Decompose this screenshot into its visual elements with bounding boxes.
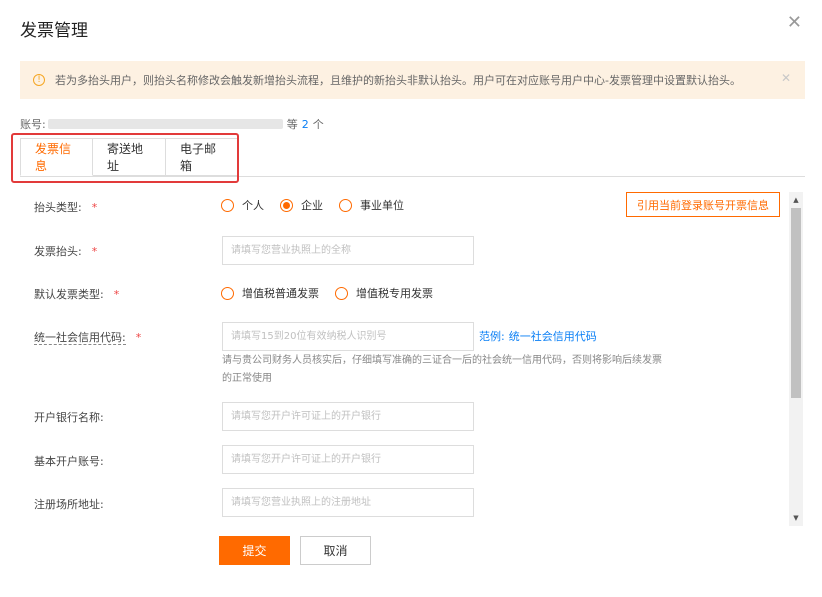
submit-button[interactable]: 提交: [219, 536, 290, 565]
default-invoice-type-label: 默认发票类型: *: [34, 288, 120, 301]
tab-invoice-info[interactable]: 发票信息: [20, 138, 93, 176]
use-current-account-info-button[interactable]: 引用当前登录账号开票信息: [626, 192, 780, 217]
radio-special-vat[interactable]: 增值税专用发票: [335, 285, 433, 301]
account-label: 账号:: [20, 118, 46, 131]
warning-text: 若为多抬头用户，则抬头名称修改会触发新增抬头流程，且维护的新抬头非默认抬头。用户…: [55, 74, 741, 87]
scroll-up-arrow-icon[interactable]: ▲: [789, 194, 803, 206]
close-icon[interactable]: ✕: [787, 12, 802, 33]
banner-close-icon[interactable]: ✕: [781, 71, 791, 85]
invoice-header-label: 发票抬头: *: [34, 245, 98, 258]
credit-code-label: 统一社会信用代码: *: [34, 331, 142, 345]
tab-shipping-address[interactable]: 寄送地址: [93, 138, 166, 176]
credit-code-example-link[interactable]: 统一社会信用代码: [509, 330, 597, 343]
bank-account-input[interactable]: [222, 445, 474, 474]
reg-address-input[interactable]: [222, 488, 474, 517]
account-suffix-prefix: 等: [286, 118, 298, 131]
credit-code-input[interactable]: [222, 322, 474, 351]
credit-code-example: 范例: 统一社会信用代码: [479, 330, 597, 343]
dialog-title: 发票管理: [20, 21, 88, 41]
scroll-thumb[interactable]: [791, 208, 801, 398]
radio-enterprise[interactable]: 企业: [280, 197, 323, 213]
tab-divider: [20, 176, 805, 177]
cancel-button[interactable]: 取消: [300, 536, 371, 565]
header-type-radios: 个人 企业 事业单位: [221, 197, 420, 213]
info-icon: !: [33, 74, 45, 86]
bank-name-label: 开户银行名称:: [34, 411, 104, 424]
radio-institution[interactable]: 事业单位: [339, 197, 404, 213]
bank-account-label: 基本开户账号:: [34, 455, 104, 468]
warning-banner: ! 若为多抬头用户，则抬头名称修改会触发新增抬头流程，且维护的新抬头非默认抬头。…: [20, 61, 805, 99]
tab-bar: 发票信息 寄送地址 电子邮箱: [20, 138, 239, 176]
account-masked-value: [47, 119, 283, 129]
tab-email[interactable]: 电子邮箱: [166, 138, 239, 176]
account-line: 账号: 等 2 个: [20, 116, 324, 132]
account-count[interactable]: 2: [302, 118, 309, 131]
credit-code-hint: 请与贵公司财务人员核实后，仔细填写准确的三证合一后的社会统一信用代码，否则将影响…: [222, 355, 662, 384]
bank-name-input[interactable]: [222, 402, 474, 431]
invoice-header-input[interactable]: [222, 236, 474, 265]
radio-general-vat[interactable]: 增值税普通发票: [221, 285, 319, 301]
radio-personal[interactable]: 个人: [221, 197, 264, 213]
default-type-radios: 增值税普通发票 增值税专用发票: [221, 285, 449, 301]
form-scrollbar[interactable]: ▲ ▼: [789, 192, 803, 526]
scroll-down-arrow-icon[interactable]: ▼: [789, 512, 803, 524]
reg-address-label: 注册场所地址:: [34, 498, 104, 511]
header-type-label: 抬头类型: *: [34, 201, 98, 214]
account-suffix: 个: [312, 118, 324, 131]
